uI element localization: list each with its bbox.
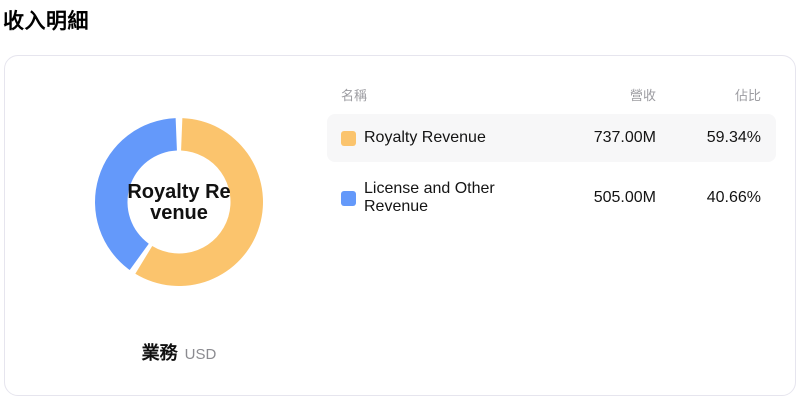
legend-swatch-royalty-revenue bbox=[341, 130, 356, 146]
col-header-percent: 佔比 bbox=[734, 87, 761, 103]
row-percent-value: 40.66% bbox=[706, 189, 761, 206]
row-name-cell: License and Other Revenue bbox=[341, 180, 536, 216]
donut-chart-area: Royalty Revenue 業務 USD bbox=[5, 56, 325, 397]
col-header-name: 名稱 bbox=[341, 87, 368, 103]
table-header-row: 名稱 營收 佔比 bbox=[327, 84, 776, 104]
table-row-royalty-revenue[interactable]: Royalty Revenue 737.00M 59.34% bbox=[327, 114, 776, 162]
row-label: Royalty Revenue bbox=[364, 129, 486, 146]
donut-center-label: Royalty Revenue bbox=[127, 181, 231, 224]
col-header-revenue: 營收 bbox=[629, 87, 656, 103]
page-title: 收入明細 bbox=[3, 10, 89, 33]
dimension-label: 業務 bbox=[141, 343, 178, 363]
revenue-table: 名稱 營收 佔比 Royalty Revenue 737.00M 59.34% … bbox=[327, 84, 776, 222]
chart-caption: 業務 USD bbox=[142, 339, 217, 365]
row-name-cell: Royalty Revenue bbox=[341, 129, 536, 147]
table-row-license-and-other-revenue[interactable]: License and Other Revenue 505.00M 40.66% bbox=[327, 174, 776, 222]
row-revenue-value: 505.00M bbox=[593, 189, 656, 206]
row-label: License and Other Revenue bbox=[364, 180, 495, 215]
row-percent-value: 59.34% bbox=[706, 129, 761, 146]
row-revenue-value: 737.00M bbox=[593, 129, 656, 146]
revenue-breakdown-card: Royalty Revenue 業務 USD 名稱 營收 佔比 Royalty … bbox=[4, 55, 796, 396]
legend-swatch-license-and-other-revenue bbox=[341, 190, 356, 206]
currency-unit-label: USD bbox=[184, 346, 217, 363]
